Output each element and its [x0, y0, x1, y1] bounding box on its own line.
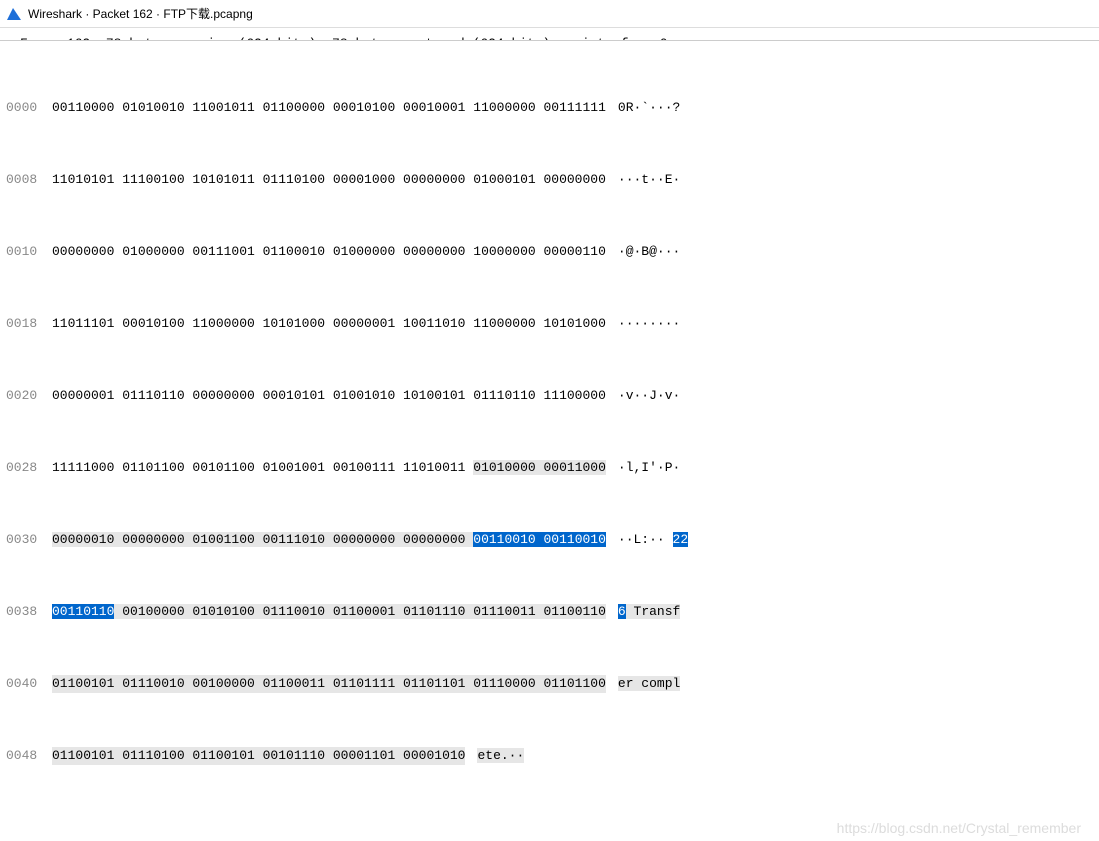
bytes-row[interactable]: 0018 11011101 00010100 11000000 10101000…	[6, 315, 1093, 333]
bytes-row[interactable]: 0010 00000000 01000000 00111001 01100010…	[6, 243, 1093, 261]
bytes-offset: 0008	[6, 171, 52, 189]
bytes-ascii: 0R·`···?	[606, 99, 680, 117]
bytes-row[interactable]: 0028 11111000 01101100 00101100 01001001…	[6, 459, 1093, 477]
bytes-ascii: ··L:·· 22	[606, 531, 688, 549]
bytes-bits: 00000000 01000000 00111001 01100010 0100…	[52, 243, 606, 261]
watermark-text: https://blog.csdn.net/Crystal_remember	[837, 819, 1081, 837]
bytes-bits: 11011101 00010100 11000000 10101000 0000…	[52, 315, 606, 333]
bytes-row[interactable]: 0040 01100101 01110010 00100000 01100011…	[6, 675, 1093, 693]
bytes-bits: 00000010 00000000 01001100 00111010 0000…	[52, 531, 606, 549]
wireshark-logo-icon	[6, 6, 22, 22]
selected-bytes: 00110110	[52, 604, 114, 619]
bytes-bits: 00000001 01110110 00000000 00010101 0100…	[52, 387, 606, 405]
selected-ascii: 22	[673, 532, 689, 547]
window-title: Wireshark · Packet 162 · FTP下载.pcapng	[28, 5, 253, 22]
bytes-bits: 01100101 01110100 01100101 00101110 0000…	[52, 747, 465, 765]
bytes-offset: 0038	[6, 603, 52, 621]
bytes-row[interactable]: 0048 01100101 01110100 01100101 00101110…	[6, 747, 1093, 765]
bytes-bits: 00110000 01010010 11001011 01100000 0001…	[52, 99, 606, 117]
bytes-ascii: ········	[606, 315, 680, 333]
bytes-offset: 0020	[6, 387, 52, 405]
bytes-offset: 0018	[6, 315, 52, 333]
bytes-row[interactable]: 0020 00000001 01110110 00000000 00010101…	[6, 387, 1093, 405]
packet-bytes-pane[interactable]: 0000 00110000 01010010 11001011 01100000…	[0, 41, 1099, 841]
bytes-offset: 0030	[6, 531, 52, 549]
packet-detail-pane[interactable]: ›Frame 162: 78 bytes on wire (624 bits),…	[0, 28, 1099, 41]
bytes-bits: 00110110 00100000 01010100 01110010 0110…	[52, 603, 606, 621]
selected-ascii: 6	[618, 604, 626, 619]
bytes-ascii: ·@·B@···	[606, 243, 680, 261]
bytes-ascii: er compl	[606, 675, 680, 693]
bytes-offset: 0040	[6, 675, 52, 693]
bytes-offset: 0028	[6, 459, 52, 477]
bytes-offset: 0010	[6, 243, 52, 261]
bytes-bits: 11111000 01101100 00101100 01001001 0010…	[52, 459, 606, 477]
bytes-bits: 01100101 01110010 00100000 01100011 0110…	[52, 675, 606, 693]
bytes-bits: 11010101 11100100 10101011 01110100 0000…	[52, 171, 606, 189]
bytes-row[interactable]: 0008 11010101 11100100 10101011 01110100…	[6, 171, 1093, 189]
bytes-row[interactable]: 0038 00110110 00100000 01010100 01110010…	[6, 603, 1093, 621]
titlebar: Wireshark · Packet 162 · FTP下载.pcapng	[0, 0, 1099, 28]
bytes-ascii: ete.··	[465, 747, 524, 765]
detail-frame[interactable]: ›Frame 162: 78 bytes on wire (624 bits),…	[0, 34, 1099, 41]
bytes-ascii: ···t··E·	[606, 171, 680, 189]
bytes-row[interactable]: 0000 00110000 01010010 11001011 01100000…	[6, 99, 1093, 117]
bytes-ascii: 6 Transf	[606, 603, 680, 621]
bytes-row[interactable]: 0030 00000010 00000000 01001100 00111010…	[6, 531, 1093, 549]
bytes-ascii: ·v··J·v·	[606, 387, 680, 405]
bytes-ascii: ·l,I'·P·	[606, 459, 680, 477]
selected-bytes: 00110010 00110010	[473, 532, 606, 547]
bytes-offset: 0048	[6, 747, 52, 765]
expand-icon[interactable]: ›	[6, 34, 20, 41]
bytes-offset: 0000	[6, 99, 52, 117]
